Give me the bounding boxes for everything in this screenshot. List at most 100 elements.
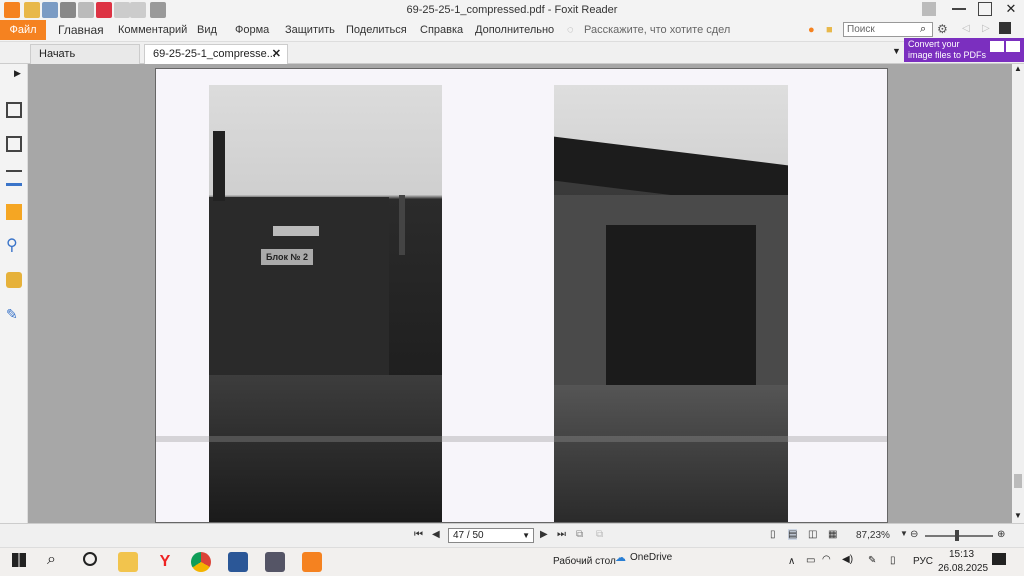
folder-icon[interactable]: ■ [826,24,833,36]
search-taskbar-icon[interactable]: ⌕ [47,551,56,569]
sign-block2: Блок № 2 [261,249,313,265]
ribbon-options-icon[interactable] [922,2,936,16]
page-number-input[interactable]: 47 / 50 ▼ [448,528,534,543]
smiley-icon[interactable]: ● [808,24,815,36]
search-icon[interactable]: ⌕ [920,23,926,36]
menu-more[interactable]: Дополнительно [475,24,554,36]
pdf-icon [1006,41,1020,52]
task-view-icon[interactable] [83,552,97,566]
single-page-icon[interactable]: ▯ [770,529,776,540]
prev-view-icon[interactable]: ⧉ [576,529,583,540]
yandex-browser-icon[interactable]: Y [155,552,175,572]
tab-start[interactable]: Начать [30,44,140,64]
security-icon[interactable] [6,272,22,288]
menu-home[interactable]: Главная [58,23,104,37]
layers-icon[interactable] [6,170,22,186]
signature-icon[interactable]: ✎ [6,306,22,322]
menu-share[interactable]: Поделиться [346,24,407,36]
onedrive-cloud-icon[interactable]: ☁ [615,551,626,564]
first-page-icon[interactable]: ⏮ [414,529,423,540]
tab-start-label: Начать [39,48,76,60]
zoom-dropdown-icon[interactable]: ▼ [900,529,908,538]
user-icon[interactable] [999,22,1011,34]
expand-panel-icon[interactable]: ▶ [14,68,21,79]
pen-icon[interactable]: ✎ [868,555,876,566]
bookmark-icon[interactable] [6,102,22,118]
continuous-facing-icon[interactable]: ▦ [828,529,837,540]
sign-top [273,226,319,236]
image-icon [990,41,1004,52]
wifi-icon[interactable]: ◠ [822,554,831,565]
file-menu[interactable]: Файл [0,20,46,40]
desktop-toolbar-label[interactable]: Рабочий стол [553,556,616,567]
foxit-taskbar-icon[interactable] [302,552,322,572]
tab-document[interactable]: 69-25-25-1_compresse... ✕ [144,44,288,64]
network-icon[interactable]: ▭ [806,555,815,566]
tab-document-label: 69-25-25-1_compresse... [153,48,276,60]
chimney [213,131,225,201]
chrome-icon[interactable] [191,552,211,572]
photo-right [554,85,788,522]
window-title: 69-25-25-1_compressed.pdf - Foxit Reader [406,4,618,16]
photo-left: Блок № 2 [209,85,442,522]
menu-comment[interactable]: Комментарий [118,24,187,36]
menu-form[interactable]: Форма [235,24,269,36]
file-explorer-icon[interactable] [118,552,138,572]
language-indicator[interactable]: РУС [913,556,933,567]
garage-door [606,225,756,395]
battery-icon[interactable]: ▯ [890,555,896,566]
navigation-panel: ▶ ⚲ ✎ [0,64,28,523]
zoom-slider-thumb[interactable] [955,530,959,541]
scroll-up-icon[interactable]: ▲ [1014,64,1022,73]
tab-close-icon[interactable]: ✕ [272,45,281,63]
onedrive-label[interactable]: OneDrive [630,552,672,563]
lightbulb-icon: ◌ [567,24,574,36]
next-page-icon[interactable]: ▶ [540,529,548,540]
calculator-icon[interactable] [265,552,285,572]
zoom-out-icon[interactable]: ⊖ [910,529,918,540]
vertical-scrollbar[interactable]: ▲ ▼ [1012,64,1024,523]
pages-icon[interactable] [6,136,22,152]
next-view-icon[interactable]: ⧉ [596,529,603,540]
back-icon[interactable]: ◁ [962,23,970,34]
menu-protect[interactable]: Защитить [285,24,335,36]
tab-list-dropdown-icon[interactable]: ▼ [892,46,901,56]
tell-me-box[interactable]: Расскажите, что хотите сдел [584,24,730,36]
sign-block2-text: Блок № 2 [265,252,309,262]
gear-icon[interactable]: ⚙ [937,22,948,36]
comments-icon[interactable] [6,204,22,220]
windows-start-icon[interactable] [12,553,26,567]
zoom-in-icon[interactable]: ⊕ [997,529,1005,540]
page-number-value: 47 / 50 [453,530,484,541]
volume-icon[interactable]: ◀) [842,554,853,565]
ground-right [554,385,788,522]
clock-date[interactable]: 26.08.2025 [938,563,988,574]
title-bar: 69-25-25-1_compressed.pdf - Foxit Reader… [0,0,1024,20]
clock-time[interactable]: 15:13 [949,549,974,560]
word-icon[interactable] [228,552,248,572]
continuous-icon[interactable]: ▤ [788,529,798,540]
scroll-down-icon[interactable]: ▼ [1014,511,1022,520]
zoom-level[interactable]: 87,23% [856,530,890,541]
convert-promo-banner[interactable]: Convert your image files to PDFs [904,38,1024,62]
tab-bar: Начать 69-25-25-1_compresse... ✕ ▼ [0,42,1024,64]
minimize-icon[interactable] [952,2,966,10]
scroll-thumb[interactable] [1014,474,1022,488]
forward-icon[interactable]: ▷ [982,23,990,34]
close-icon[interactable]: ✕ [1004,2,1018,16]
attachments-icon[interactable]: ⚲ [6,238,22,254]
scan-line [156,436,887,442]
notifications-icon[interactable] [992,553,1006,565]
page-dropdown-icon[interactable]: ▼ [522,529,530,542]
show-hidden-icons[interactable]: ∧ [788,556,795,567]
zoom-slider[interactable] [925,535,993,537]
menu-view[interactable]: Вид [197,24,217,36]
last-page-icon[interactable]: ⏭ [557,529,566,540]
prev-page-icon[interactable]: ◀ [432,529,440,540]
facing-icon[interactable]: ◫ [808,529,817,540]
pdf-page[interactable]: Блок № 2 [155,68,888,523]
restore-icon[interactable] [978,2,992,16]
ground-left [209,375,442,522]
pole [399,195,405,255]
menu-help[interactable]: Справка [420,24,463,36]
